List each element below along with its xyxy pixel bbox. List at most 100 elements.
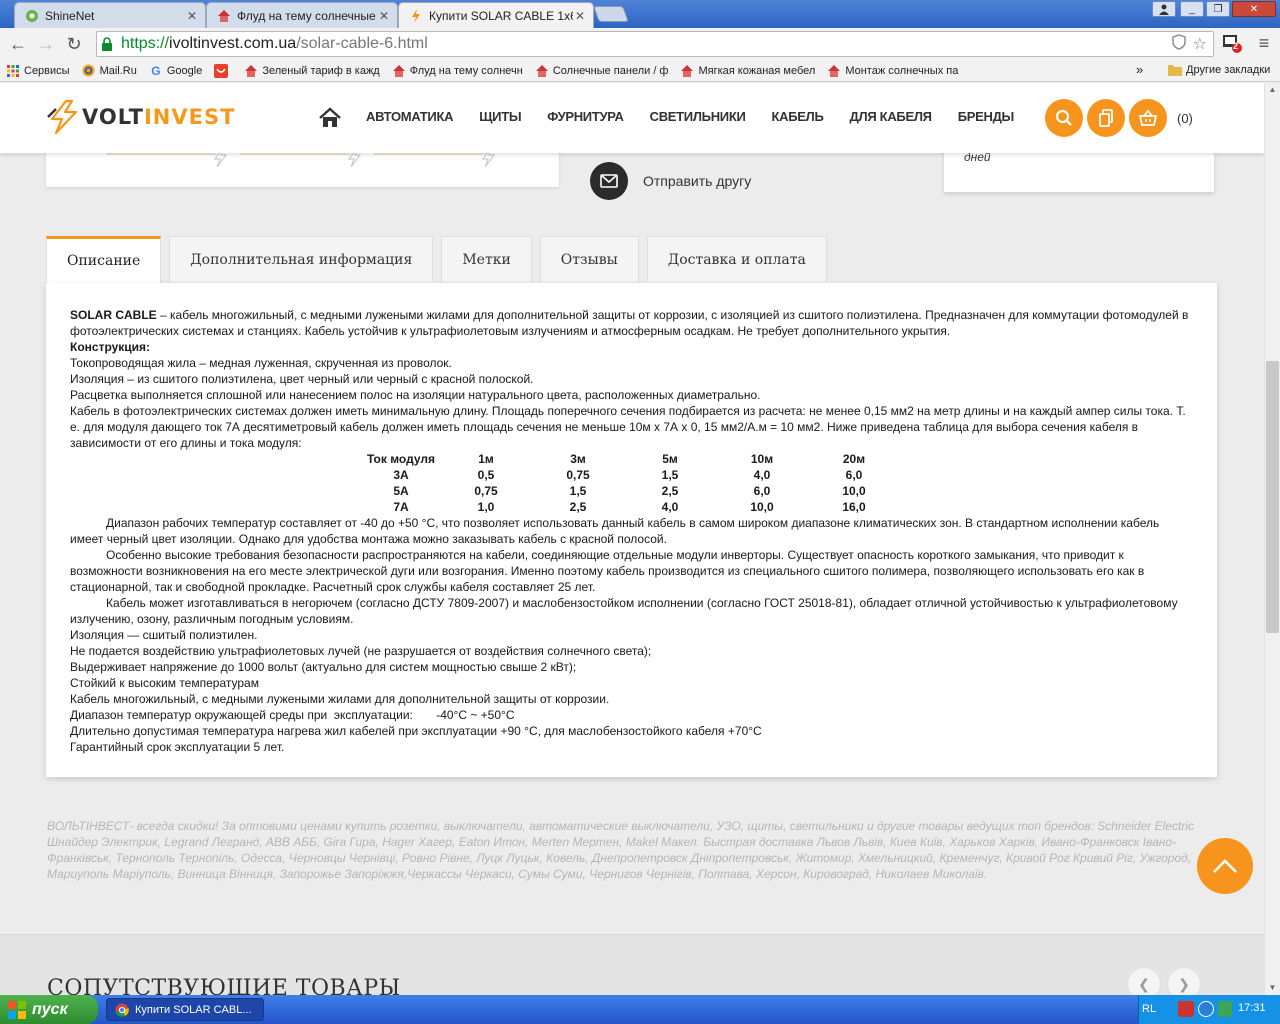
close-icon[interactable]: ✕ — [573, 9, 587, 23]
table-cell: 6,0 — [753, 484, 771, 498]
bookmark-furniture[interactable]: Мягкая кожаная мебел — [674, 61, 821, 81]
language-indicator[interactable]: RL — [1142, 1003, 1156, 1015]
tray-network-icon[interactable] — [1198, 1001, 1214, 1017]
scrollbar-thumb[interactable] — [1266, 361, 1279, 633]
bookmark-aliexpress[interactable] — [208, 61, 238, 81]
bookmark-label: Солнечные панели / ф — [552, 64, 669, 77]
browser-tab-label: ShineNet — [45, 8, 95, 23]
bookmark-solar-panels[interactable]: Солнечные панели / ф — [529, 61, 675, 81]
bookmark-google[interactable]: G Google — [143, 61, 208, 81]
description-paragraph: Кабель может изготавливаться в негорючем… — [70, 596, 1178, 626]
other-bookmarks[interactable]: Другие закладки — [1162, 60, 1276, 80]
table-cell: 3А — [393, 468, 409, 482]
address-bar[interactable]: https:// ivoltinvest.com.ua /solar-cable… — [96, 31, 1214, 57]
taskbar-item-chrome[interactable]: Купити SOLAR CABL... — [106, 998, 264, 1021]
scroll-down-arrow-icon[interactable]: ▼ — [1265, 981, 1280, 995]
search-button[interactable] — [1045, 99, 1083, 137]
bookmark-mailru[interactable]: Mail.Ru — [76, 61, 143, 81]
nav-automation[interactable]: АВТОМАТИКА — [366, 109, 454, 124]
table-cell: 10,0 — [842, 484, 866, 498]
nav-panels[interactable]: ЩИТЫ — [479, 109, 521, 124]
bookmark-flood[interactable]: Флуд на тему солнечн — [386, 61, 529, 81]
carousel-next-button[interactable]: ❯ — [1167, 967, 1201, 995]
bookmark-star-icon[interactable]: ☆ — [1193, 34, 1207, 55]
send-to-friend-label[interactable]: Отправить другу — [643, 173, 751, 189]
bookmark-label: Монтаж солнечных па — [845, 64, 959, 77]
forum-icon — [827, 64, 841, 78]
forum-icon — [535, 64, 549, 78]
maximize-button[interactable]: ❐ — [1206, 1, 1230, 17]
close-icon[interactable]: ✕ — [185, 9, 199, 23]
mailru-icon — [82, 64, 96, 78]
tray-security-icon[interactable] — [1218, 1001, 1232, 1017]
nav-lighting[interactable]: СВЕТИЛЬНИКИ — [650, 109, 746, 124]
table-row: 7А 1,0 2,5 4,0 10,0 16,0 — [362, 499, 900, 515]
user-profile-button[interactable] — [1152, 1, 1176, 17]
windows-taskbar: пуск Купити SOLAR CABL... RL 17:31 — [0, 995, 1280, 1024]
close-window-button[interactable]: ✕ — [1232, 1, 1276, 17]
scroll-up-arrow-icon[interactable]: ▲ — [1265, 83, 1280, 97]
browser-tab-shinenet[interactable]: ShineNet ✕ — [14, 2, 206, 28]
windows-logo-icon — [8, 1000, 26, 1019]
compare-button[interactable] — [1087, 99, 1125, 137]
browser-tab-forum[interactable]: Флуд на тему солнечные б ✕ — [206, 2, 398, 28]
site-logo[interactable]: VOLTINVEST — [46, 99, 235, 135]
page-scrollbar[interactable]: ▲ ▼ — [1264, 83, 1280, 995]
start-button[interactable]: пуск — [0, 995, 98, 1024]
description-line: Изоляция – из сшитого полиэтилена, цвет … — [70, 372, 534, 386]
chrome-icon — [115, 1003, 129, 1017]
browser-menu-icon[interactable]: ≡ — [1254, 33, 1274, 55]
tab-reviews[interactable]: Отзывы — [539, 236, 639, 282]
back-button[interactable]: ← — [6, 32, 30, 56]
cable-selection-table: Ток модуля 1м 3м 5м 10м 20м 3А 0,5 0,75 … — [362, 451, 900, 515]
shield-icon[interactable] — [1171, 34, 1187, 55]
url-scheme: https:// — [121, 35, 170, 52]
carousel-prev-button[interactable]: ❮ — [1127, 967, 1161, 995]
bookmarks-more-button[interactable]: » — [1136, 62, 1143, 77]
table-cell: 7А — [393, 500, 409, 514]
table-header: 5м — [662, 452, 678, 466]
mail-icon[interactable] — [590, 162, 628, 200]
new-tab-button[interactable] — [593, 6, 629, 22]
table-header: 1м — [478, 452, 494, 466]
bolt-logo-icon — [47, 99, 78, 135]
nav-cable-accessories[interactable]: ДЛЯ КАБЕЛЯ — [850, 109, 932, 124]
bookmark-label: Флуд на тему солнечн — [409, 64, 523, 77]
browser-tab-voltinvest[interactable]: Купити SOLAR CABLE 1х6 К ✕ — [398, 2, 594, 28]
bookmark-label: Другие закладки — [1186, 64, 1271, 76]
tab-additional-info[interactable]: Дополнительная информация — [169, 236, 434, 282]
nav-brands[interactable]: БРЕНДЫ — [958, 109, 1015, 124]
start-label: пуск — [32, 1000, 68, 1018]
bookmark-label: Зеленый тариф в кажд — [262, 64, 380, 77]
table-cell: 0,5 — [477, 468, 495, 482]
table-cell: 2,5 — [569, 500, 587, 514]
nav-fittings[interactable]: ФУРНИТУРА — [547, 109, 624, 124]
tab-description[interactable]: Описание — [46, 236, 162, 283]
reload-button[interactable]: ↻ — [62, 32, 86, 56]
nav-cable[interactable]: КАБЕЛЬ — [772, 109, 824, 124]
description-line: Выдерживает напряжение до 1000 вольт (ак… — [70, 660, 577, 674]
close-icon[interactable]: ✕ — [377, 9, 391, 23]
description-paragraph: Диапазон рабочих температур составляет о… — [70, 516, 1160, 546]
bookmark-green-tariff[interactable]: Зеленый тариф в кажд — [238, 61, 385, 81]
intro-text: – кабель многожильный, с медными луженым… — [70, 308, 1189, 338]
tray-app-icon[interactable] — [1178, 1001, 1194, 1017]
browser-tabstrip: ShineNet ✕ Флуд на тему солнечные б ✕ Ку… — [0, 0, 1280, 28]
bookmark-solar-mounting[interactable]: Монтаж солнечных па — [821, 61, 964, 81]
product-name: SOLAR CABLE — [70, 308, 157, 322]
forum-icon — [392, 64, 406, 78]
forward-button[interactable]: → — [34, 32, 58, 56]
cart-button[interactable] — [1129, 99, 1167, 137]
browser-tab-label: Флуд на тему солнечные б — [237, 8, 377, 23]
web-page: Отправить другу дней VOLTINVEST АВТОМАТИ… — [0, 83, 1264, 995]
scroll-to-top-button[interactable] — [1197, 838, 1253, 894]
home-icon[interactable] — [318, 107, 342, 129]
bookmark-services[interactable]: Сервисы — [0, 61, 76, 81]
tab-delivery-payment[interactable]: Доставка и оплата — [646, 236, 827, 282]
minimize-button[interactable]: _ — [1180, 1, 1204, 17]
tab-tags[interactable]: Метки — [441, 236, 532, 282]
table-cell: 5А — [393, 484, 409, 498]
chevron-left-icon: ❮ — [1138, 975, 1150, 992]
extension-icon[interactable]: 2 — [1222, 33, 1242, 53]
send-to-friend-row[interactable]: Отправить другу — [590, 162, 751, 200]
